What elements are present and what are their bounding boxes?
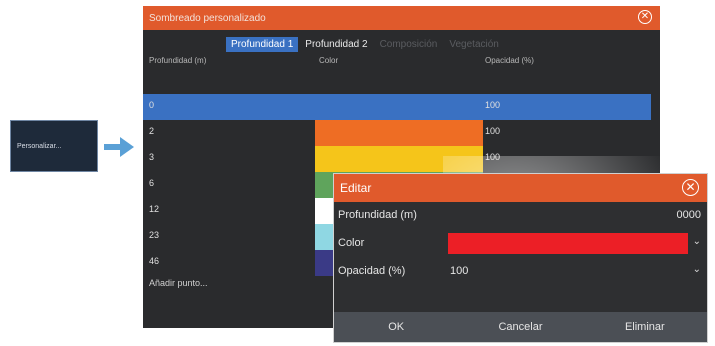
depth-row[interactable]: 2 100	[143, 120, 660, 146]
col-opacity: Opacidad (%)	[485, 56, 534, 65]
color-swatch	[315, 120, 483, 146]
edit-titlebar: Editar ✕	[334, 174, 707, 202]
color-swatch-dropdown[interactable]	[448, 233, 688, 254]
customize-button-label: Personalizar...	[17, 142, 62, 150]
opacity-field-value[interactable]: 100	[450, 265, 468, 277]
depth-value: 23	[149, 230, 160, 240]
arrow-right-icon	[104, 137, 134, 157]
tab-depth-1[interactable]: Profundidad 1	[226, 37, 299, 52]
col-depth: Profundidad (m)	[149, 56, 207, 65]
depth-row[interactable]: 3 100	[143, 146, 660, 172]
cancel-button[interactable]: Cancelar	[458, 312, 582, 342]
col-color: Color	[319, 56, 339, 65]
delete-button[interactable]: Eliminar	[583, 312, 707, 342]
depth-field[interactable]: Profundidad (m) 0000	[334, 202, 707, 230]
edit-dialog: Editar ✕ Profundidad (m) 0000 Color ⌄ Op…	[333, 173, 708, 343]
tab-depth-2[interactable]: Profundidad 2	[300, 37, 372, 52]
depth-field-label: Profundidad (m)	[338, 209, 417, 221]
depth-value: 2	[149, 126, 155, 136]
depth-row[interactable]: 0 100	[143, 94, 651, 120]
opacity-value: 100	[485, 100, 501, 110]
depth-value: 0	[149, 100, 155, 110]
chevron-down-icon[interactable]: ⌄	[693, 264, 701, 275]
color-field[interactable]: Color ⌄	[334, 230, 707, 258]
opacity-field[interactable]: Opacidad (%) 100 ⌄	[334, 258, 707, 286]
color-swatch	[315, 146, 483, 172]
close-icon[interactable]: ✕	[638, 10, 652, 24]
depth-field-value[interactable]: 0000	[677, 209, 701, 221]
tab-composition: Composición	[379, 39, 438, 50]
edit-title: Editar	[340, 181, 372, 195]
ok-button[interactable]: OK	[334, 312, 458, 342]
opacity-value: 100	[485, 152, 501, 162]
edit-button-bar: OK Cancelar Eliminar	[334, 312, 707, 342]
color-field-label: Color	[338, 237, 365, 249]
depth-value: 6	[149, 178, 155, 188]
opacity-value: 100	[485, 126, 501, 136]
add-point-item[interactable]: Añadir punto...	[149, 278, 208, 288]
customize-button[interactable]: Personalizar...	[10, 120, 98, 172]
edit-close-icon[interactable]: ✕	[682, 179, 699, 196]
depth-value: 12	[149, 204, 160, 214]
opacity-field-label: Opacidad (%)	[338, 265, 406, 277]
tab-vegetation: Vegetación	[449, 39, 499, 50]
depth-value: 46	[149, 256, 160, 266]
depth-value: 3	[149, 152, 155, 162]
column-headers: Profundidad (m) Color Opacidad (%)	[143, 52, 660, 72]
chevron-down-icon[interactable]: ⌄	[693, 236, 701, 247]
dialog-titlebar: Sombreado personalizado ✕	[143, 6, 660, 30]
dialog-title: Sombreado personalizado	[149, 12, 266, 24]
tab-bar: Profundidad 1 Profundidad 2 Composición …	[143, 30, 660, 52]
